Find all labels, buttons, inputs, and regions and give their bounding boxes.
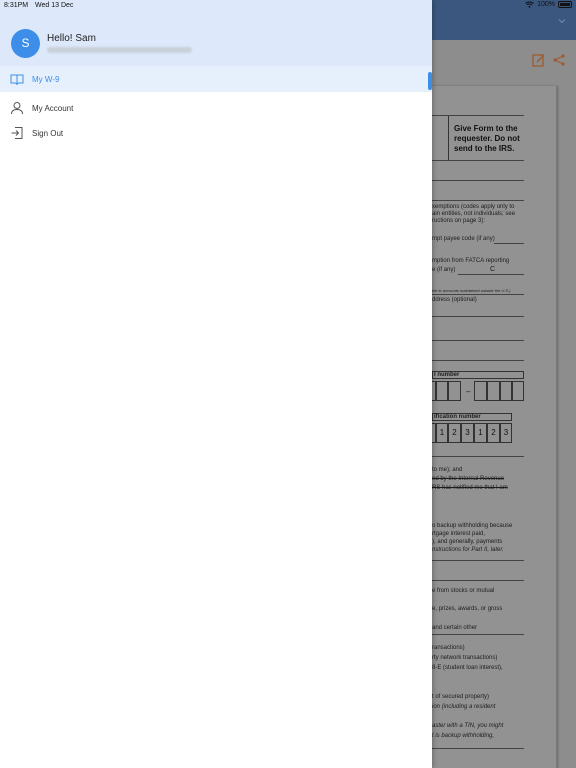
ein-digit[interactable]: 1 (436, 423, 448, 443)
doc-text-line: xemptions (codes apply only to (432, 204, 515, 210)
doc-text-line: t is backup withholding, (432, 733, 495, 739)
form-rule (432, 560, 524, 561)
doc-text-line: ructions on page 3): (432, 218, 486, 224)
menu-item-my-account[interactable]: My Account (0, 95, 432, 121)
doc-text-line: o backup withholding because (432, 523, 513, 529)
transactions-text: ransactions) rty network transactions) 8… (432, 643, 503, 673)
ein-digit[interactable]: 1 (474, 423, 487, 443)
ssn-box[interactable] (436, 381, 448, 401)
ein-digit[interactable]: 3 (500, 423, 512, 443)
menu-item-my-w9[interactable]: My W-9 (0, 66, 432, 92)
ein-label: ification number (432, 413, 512, 421)
doc-text-line: t of secured property) (432, 694, 490, 700)
form-rule (432, 360, 524, 361)
fatca-label: mption from FATCA reporting (432, 258, 510, 264)
give-form-line: requester. Do not (454, 134, 520, 143)
doc-text-line: RS has notified me that I am (432, 485, 508, 491)
give-form-line: Give Form to the (454, 124, 518, 133)
ein-digit[interactable]: 3 (461, 423, 474, 443)
form-rule (458, 274, 524, 275)
doc-text-line: ion (including a resident (432, 704, 496, 710)
battery-icon (558, 1, 572, 8)
backup-withholding-text: o backup withholding because rtgage inte… (432, 522, 512, 554)
ssn-label: l number (432, 371, 524, 379)
ssn-box[interactable] (448, 381, 461, 401)
ssn-box[interactable] (487, 381, 500, 401)
navigation-drawer: S Hello! Sam My W-9 My Account Sign Out (0, 0, 432, 768)
doc-text-line: e, prizes, awards, or gross (432, 606, 503, 612)
form-rule (432, 456, 524, 457)
ein-digit[interactable]: 2 (448, 423, 461, 443)
ssn-separator: – (466, 387, 471, 396)
give-form-line: send to the IRS. (454, 144, 515, 153)
form-rule (432, 748, 524, 749)
form-rule (432, 316, 524, 317)
fatca-if-any-label: e (if any) (432, 267, 456, 273)
greeting: Hello! Sam (47, 33, 96, 44)
property-text: t of secured property) ion (including a … (432, 692, 495, 712)
menu-item-label: My Account (32, 103, 74, 113)
fatca-code-value: C (490, 266, 496, 273)
menu-item-sign-out[interactable]: Sign Out (0, 120, 432, 146)
avatar[interactable]: S (11, 29, 40, 58)
doc-text-line: and certain other (432, 625, 478, 631)
certification-text: to me); and ed by the Internal Revenue R… (432, 466, 508, 493)
doc-text-line: e from stocks or mutual (432, 588, 495, 594)
ssn-box[interactable] (500, 381, 512, 401)
form-rule (494, 243, 524, 244)
edit-icon[interactable] (532, 53, 546, 67)
form-rule (432, 340, 524, 341)
doc-text-line: ain entities, not individuals; see (432, 211, 516, 217)
tin-text: aster with a TIN, you might t is backup … (432, 721, 503, 741)
form-rule (432, 160, 524, 161)
doc-text-line: ransactions) (432, 645, 465, 651)
email-redacted (47, 47, 192, 53)
menu-item-label: Sign Out (32, 128, 64, 138)
battery-percent: 100% (537, 1, 555, 8)
sign-out-icon (11, 127, 23, 139)
form-rule (432, 180, 524, 181)
form-divider (448, 116, 449, 160)
menu-item-label: My W-9 (32, 74, 60, 84)
form-rule (432, 580, 524, 581)
status-right: 100% (525, 1, 572, 8)
book-icon (10, 74, 24, 86)
form-rule (432, 294, 524, 295)
exemptions-text: xemptions (codes apply only to ain entit… (432, 204, 515, 225)
form-rule (432, 634, 524, 635)
ssn-box[interactable] (474, 381, 487, 401)
accounts-note: ble to accounts maintained outside the U… (432, 288, 511, 293)
doc-text-line: 8-E (student loan interest), (432, 665, 503, 671)
status-date: Wed 13 Dec (35, 2, 74, 9)
wifi-icon (525, 1, 534, 8)
status-bar: 8:31PM Wed 13 Dec 100% (0, 0, 576, 13)
doc-text-line: rtgage interest paid, (432, 531, 486, 537)
ein-digit[interactable]: 2 (487, 423, 500, 443)
doc-text-line: rty network transactions) (432, 655, 498, 661)
share-icon[interactable] (552, 53, 566, 67)
exempt-payee-label: mpt payee code (if any) (432, 236, 495, 242)
doc-text-line: to me); and (432, 467, 463, 473)
active-indicator (428, 72, 432, 90)
document-toolbar (532, 53, 566, 67)
doc-text-line: ), and generally, payments (432, 539, 503, 545)
doc-text-line: nstructions for Part II, later. (432, 547, 504, 553)
give-form-notice: Give Form to the requester. Do not send … (454, 124, 520, 154)
doc-text-line: ed by the Internal Revenue (432, 476, 505, 482)
ssn-box[interactable] (512, 381, 524, 401)
doc-text-line: aster with a TIN, you might (432, 723, 504, 729)
form-rule (432, 115, 524, 116)
address-optional-label: ddress (optional) (432, 297, 477, 303)
form-rule (432, 200, 524, 201)
user-icon (11, 102, 23, 115)
status-time: 8:31PM (4, 2, 29, 9)
chevron-down-icon[interactable] (558, 17, 566, 25)
